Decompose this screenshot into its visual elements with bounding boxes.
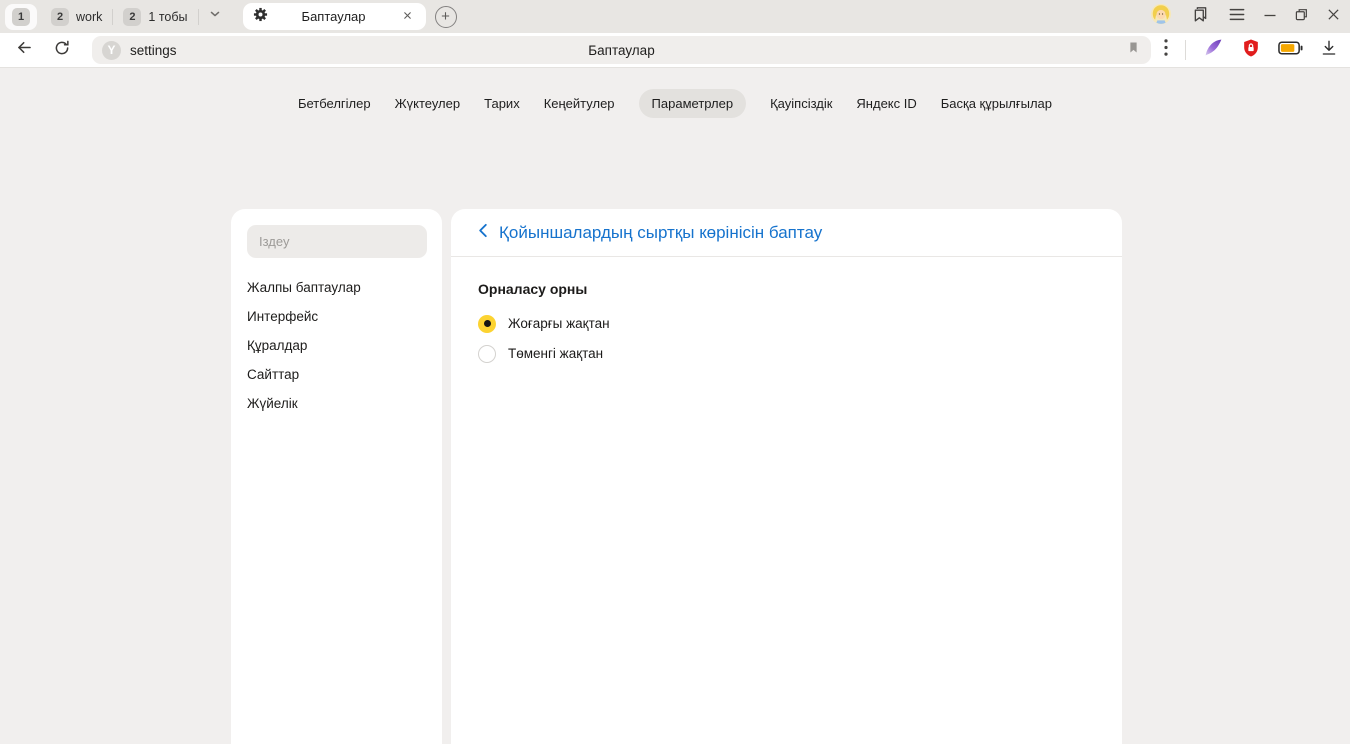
profile-avatar[interactable] (1150, 3, 1172, 30)
section-title: Орналасу орны (478, 281, 1095, 297)
tab-groups-dropdown-button[interactable] (199, 7, 231, 26)
bookmarks-panel-icon (1191, 5, 1210, 29)
window-controls (1150, 0, 1340, 33)
nav-tab-yandex-id[interactable]: Яндекс ID (856, 89, 916, 118)
reload-icon (53, 39, 71, 62)
shield-lock-icon (1241, 38, 1261, 63)
sidebar-search[interactable] (247, 225, 427, 258)
gear-icon (253, 7, 268, 27)
download-icon (1320, 39, 1338, 62)
window-minimize-button[interactable] (1264, 8, 1276, 26)
settings-sidebar: Жалпы баптаулар Интерфейс Құралдар Сайтт… (231, 209, 442, 744)
tab-bar: 1 2 work 2 1 тобы (0, 0, 1350, 33)
tab-group-count-badge: 2 (123, 8, 141, 26)
minimize-icon (1264, 8, 1276, 26)
kebab-menu-icon (1164, 39, 1168, 61)
nav-tab-bookmarks[interactable]: Бетбелгілер (298, 89, 371, 118)
tab-group-label: work (76, 10, 102, 24)
radio-option-bottom[interactable]: Төменгі жақтан (478, 344, 1095, 363)
tab-group-active[interactable]: 1 (5, 4, 37, 30)
nav-tab-other-devices[interactable]: Басқа құрылғылар (941, 89, 1052, 118)
side-panel-button[interactable] (1191, 5, 1210, 29)
sidebar-item-general[interactable]: Жалпы баптаулар (231, 273, 442, 302)
radio-option-top[interactable]: Жоғарғы жақтан (478, 314, 1095, 333)
hamburger-menu-icon (1229, 8, 1245, 26)
toolbar-extensions (1164, 37, 1338, 63)
settings-back-header[interactable]: Қойыншалардың сыртқы көрінісін баптау (451, 209, 1122, 257)
radio-selected-icon[interactable] (478, 315, 496, 333)
back-button[interactable] (12, 38, 36, 62)
divider (1185, 40, 1186, 60)
active-browser-tab[interactable]: Баптаулар (243, 3, 426, 30)
reload-button[interactable] (50, 38, 74, 62)
settings-page: Бетбелгілер Жүктеулер Тарих Кеңейтулер П… (0, 69, 1350, 744)
settings-top-nav: Бетбелгілер Жүктеулер Тарих Кеңейтулер П… (0, 89, 1350, 118)
radio-option-label: Төменгі жақтан (508, 346, 603, 361)
tab-title: Баптаулар (268, 9, 400, 24)
close-icon (402, 8, 413, 26)
more-options-button[interactable] (1164, 39, 1168, 61)
window-close-button[interactable] (1327, 8, 1340, 26)
downloads-button[interactable] (1320, 39, 1338, 62)
window-restore-button[interactable] (1295, 8, 1308, 26)
protect-button[interactable] (1241, 38, 1261, 63)
nav-tab-settings[interactable]: Параметрлер (639, 89, 747, 118)
new-tab-button[interactable]: + (435, 6, 457, 28)
tab-group-count-badge: 1 (12, 8, 30, 26)
tab-group-label: 1 тобы (148, 10, 187, 24)
avatar-icon (1150, 3, 1172, 30)
url-text[interactable]: settings (130, 43, 177, 58)
tab-group-work[interactable]: 2 work (41, 4, 112, 30)
browser-menu-button[interactable] (1229, 8, 1245, 26)
close-icon (1327, 8, 1340, 26)
bookmark-flag-icon (1126, 40, 1141, 60)
tab-group-1-toby[interactable]: 2 1 тобы (113, 4, 197, 30)
tab-groups-strip: 1 2 work 2 1 тобы (0, 0, 457, 33)
nav-tab-extensions[interactable]: Кеңейтулер (544, 89, 615, 118)
battery-icon (1278, 41, 1303, 60)
chevron-left-icon (478, 223, 488, 243)
arrow-left-icon (15, 38, 34, 62)
sidebar-item-interface[interactable]: Интерфейс (231, 302, 442, 331)
sidebar-item-tools[interactable]: Құралдар (231, 331, 442, 360)
sidebar-sections: Жалпы баптаулар Интерфейс Құралдар Сайтт… (231, 273, 442, 418)
search-input[interactable] (247, 225, 427, 258)
nav-tab-security[interactable]: Қауіпсіздік (770, 89, 832, 118)
radio-unselected-icon[interactable] (478, 345, 496, 363)
address-bar[interactable]: Y settings Баптаулар (92, 36, 1151, 64)
browser-window: 1 2 work 2 1 тобы (0, 0, 1350, 744)
address-bar-page-title: Баптаулар (588, 43, 654, 58)
nav-tab-downloads[interactable]: Жүктеулер (395, 89, 461, 118)
site-favicon-badge: Y (102, 41, 121, 60)
sidebar-item-system[interactable]: Жүйелік (231, 389, 442, 418)
chevron-down-icon (208, 7, 222, 26)
quill-icon (1203, 37, 1224, 63)
radio-option-label: Жоғарғы жақтан (508, 316, 610, 331)
settings-options-body: Орналасу орны Жоғарғы жақтан Төменгі жақ… (451, 257, 1122, 398)
battery-saver-button[interactable] (1278, 41, 1303, 60)
alice-assistant-button[interactable] (1203, 37, 1224, 63)
settings-content-panel: Қойыншалардың сыртқы көрінісін баптау Ор… (451, 209, 1122, 744)
tab-group-count-badge: 2 (51, 8, 69, 26)
sidebar-item-sites[interactable]: Сайттар (231, 360, 442, 389)
bookmark-page-button[interactable] (1126, 40, 1141, 60)
browser-toolbar: Y settings Баптаулар (0, 33, 1350, 68)
tab-close-button[interactable] (400, 9, 416, 25)
nav-tab-history[interactable]: Тарих (484, 89, 520, 118)
page-title: Қойыншалардың сыртқы көрінісін баптау (499, 223, 822, 243)
restore-icon (1295, 8, 1308, 26)
